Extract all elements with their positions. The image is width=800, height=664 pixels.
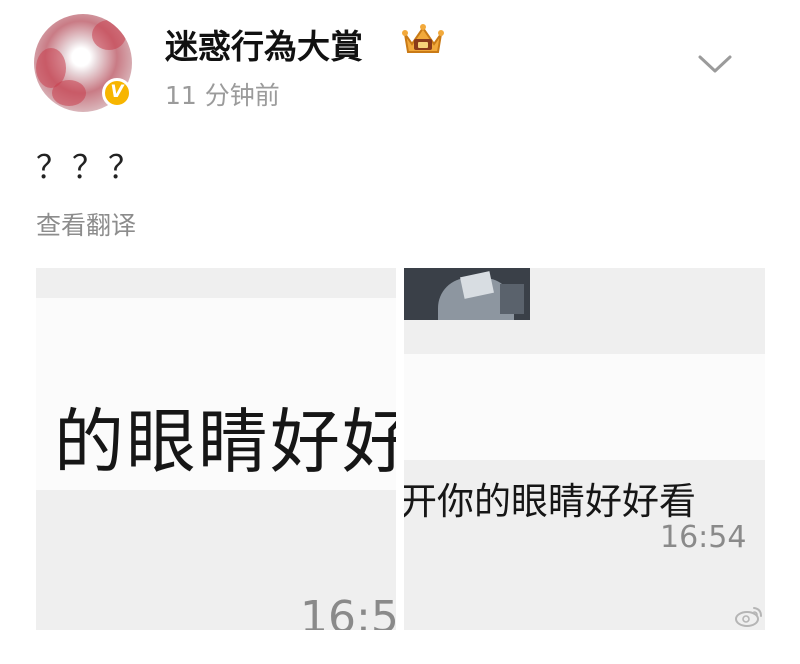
username[interactable]: 迷惑行為大賞 bbox=[165, 20, 363, 68]
avatar-blob bbox=[92, 20, 126, 50]
post-timestamp: 11 分钟前 bbox=[165, 81, 280, 110]
avatar-blob bbox=[52, 80, 86, 106]
photo-thumbnail bbox=[404, 268, 530, 320]
post-image-1[interactable]: 的眼睛好好 16:5 bbox=[36, 268, 396, 630]
post-image-2[interactable]: 开你的眼睛好好看 16:54 bbox=[404, 268, 765, 630]
chat-time: 16:54 bbox=[660, 520, 747, 555]
chat-bubble: 开你的眼睛好好看 bbox=[404, 354, 765, 523]
crown-badge-icon bbox=[402, 24, 444, 53]
translate-link[interactable]: 查看翻译 bbox=[36, 206, 136, 242]
chat-message-text: 开你的眼睛好好看 bbox=[404, 480, 696, 523]
chat-message-text: 的眼睛好好 bbox=[54, 401, 396, 483]
weibo-watermark-icon bbox=[735, 607, 762, 627]
thumbnail-shape bbox=[500, 284, 524, 314]
chat-time: 16:5 bbox=[300, 592, 396, 630]
verified-badge-icon: V bbox=[102, 78, 132, 108]
chevron-down-icon[interactable] bbox=[697, 52, 733, 76]
post-text: ？？？ bbox=[36, 148, 145, 186]
chat-bubble: 的眼睛好好 bbox=[36, 298, 396, 490]
